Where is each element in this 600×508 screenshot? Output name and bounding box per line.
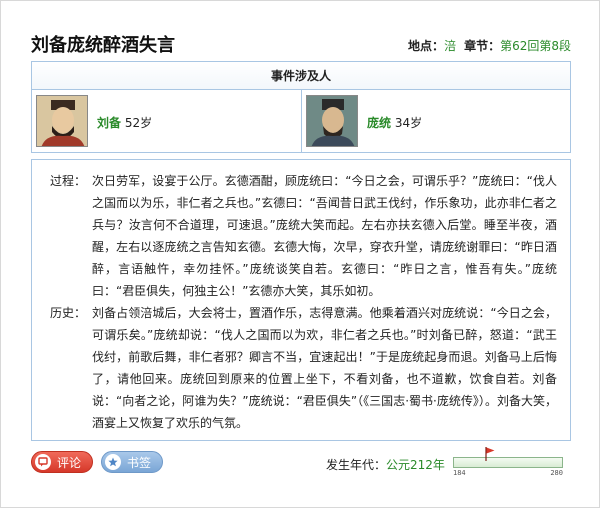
avatar-liubei[interactable] (36, 95, 88, 147)
flag-icon[interactable] (485, 447, 495, 461)
avatar-pangtong[interactable] (306, 95, 358, 147)
person-age-pangtong: 34岁 (394, 116, 423, 130)
bookmark-button[interactable]: 书签 (101, 451, 163, 473)
timeline-max: 280 (550, 469, 563, 477)
process-label: 过程： (50, 174, 87, 188)
chapter-value[interactable]: 第62回第8段 (500, 39, 571, 53)
comment-label: 评论 (57, 455, 82, 470)
event-meta: 地点：涪 章节：第62回第8段 (408, 37, 571, 54)
person-liubei: 刘备 52岁 (97, 114, 152, 131)
bookmark-icon (105, 454, 121, 470)
bookmark-label: 书签 (127, 455, 152, 470)
event-content-panel: 过程： 次日劳军，设宴于公厅。玄德酒酣，顾庞统曰：“今日之会，可谓乐乎？”庞统曰… (31, 159, 571, 441)
event-year: 发生年代：公元212年 (326, 456, 445, 473)
person-name-pangtong[interactable]: 庞统 (367, 116, 391, 130)
chapter-label: 章节： (464, 39, 501, 53)
event-footer: 评论 书签 发生年代：公元212年 184 280 (31, 447, 571, 481)
person-age-liubei: 52岁 (124, 116, 153, 130)
person-card-pangtong: 庞统 34岁 (302, 90, 572, 152)
history-label: 历史： (50, 306, 87, 320)
history-text: 刘备占领涪城后，大会将士，置酒作乐，志得意满。他乘着酒兴对庞统说：“今日之会，可… (92, 306, 557, 430)
event-card: 刘备庞统醉酒失言 地点：涪 章节：第62回第8段 事件涉及人 刘备 52岁 庞统… (0, 0, 600, 508)
timeline-slider[interactable]: 184 280 (453, 447, 563, 479)
year-label: 发生年代： (326, 458, 387, 472)
process-text: 次日劳军，设宴于公厅。玄德酒酣，顾庞统曰：“今日之会，可谓乐乎？”庞统曰：“伐人… (92, 174, 557, 298)
timeline-track[interactable] (453, 457, 563, 468)
person-card-liubei: 刘备 52岁 (32, 90, 302, 152)
location-value[interactable]: 涪 (444, 39, 456, 53)
person-pangtong: 庞统 34岁 (367, 114, 422, 131)
year-value: 公元212年 (386, 458, 445, 472)
comment-icon (35, 454, 51, 470)
person-name-liubei[interactable]: 刘备 (97, 116, 121, 130)
people-involved-panel: 事件涉及人 刘备 52岁 庞统 34岁 (31, 61, 571, 153)
comment-button[interactable]: 评论 (31, 451, 93, 473)
people-row: 刘备 52岁 庞统 34岁 (32, 90, 570, 152)
people-heading: 事件涉及人 (32, 62, 570, 90)
timeline-min: 184 (453, 469, 466, 477)
event-header: 刘备庞统醉酒失言 地点：涪 章节：第62回第8段 (31, 31, 571, 59)
event-title: 刘备庞统醉酒失言 (31, 35, 175, 56)
location-label: 地点： (408, 39, 445, 53)
